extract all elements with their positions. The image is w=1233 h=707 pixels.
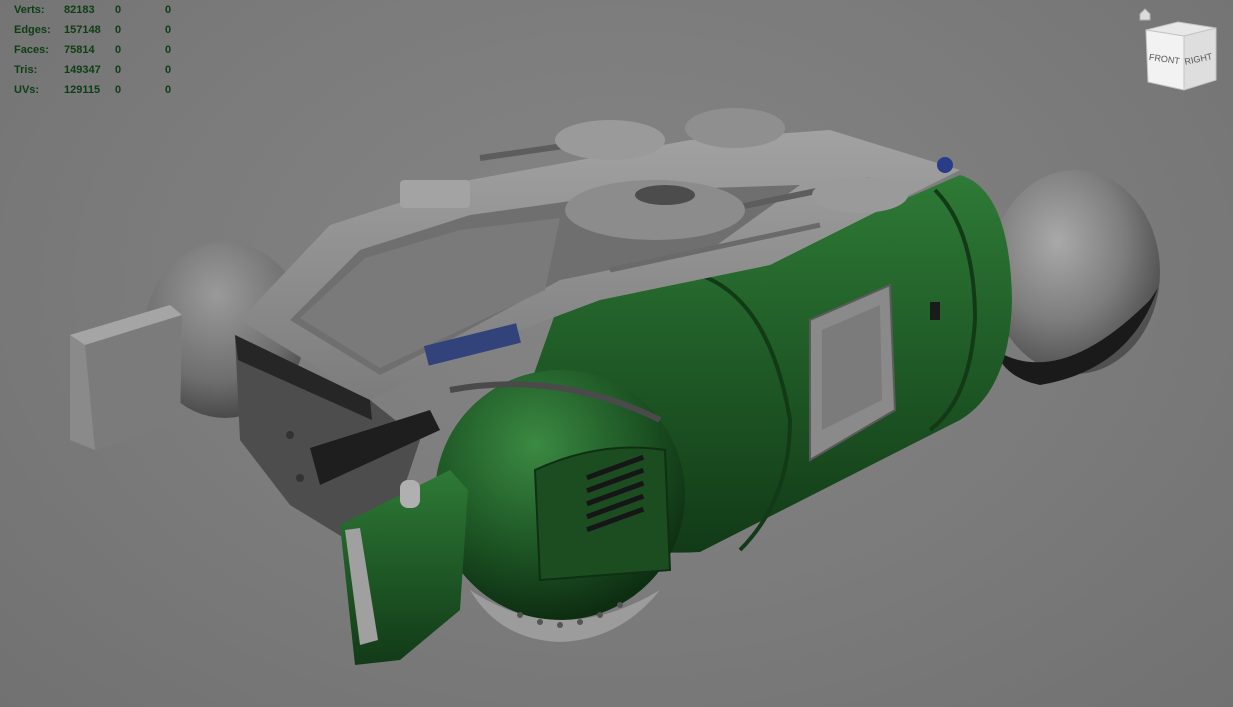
hud-value: 75814	[64, 44, 95, 56]
hud-value: 0	[165, 44, 172, 56]
hud-value: 0	[115, 4, 122, 16]
blue-light	[937, 157, 953, 173]
hud-value: 0	[165, 84, 172, 96]
hud-value: 129115	[64, 84, 101, 96]
front-turret-sphere	[435, 370, 685, 642]
hud-label: Faces:	[14, 44, 49, 56]
hud-value: 82183	[64, 4, 95, 16]
spaceship-model[interactable]	[0, 0, 1233, 707]
hud-row-tris: Tris: 149347 0 0	[14, 60, 184, 80]
hud-row-verts: Verts: 82183 0 0	[14, 0, 184, 20]
hud-label: Edges:	[14, 24, 51, 36]
hud-value: 157148	[64, 24, 101, 36]
hud-label: UVs:	[14, 84, 40, 96]
hud-value: 0	[165, 4, 172, 16]
hud-value: 0	[165, 64, 172, 76]
home-icon[interactable]	[1139, 8, 1151, 21]
hud-value: 149347	[64, 64, 101, 76]
hud-label: Tris:	[14, 64, 38, 76]
hud-value: 0	[165, 24, 172, 36]
3d-viewport[interactable]: Verts: 82183 0 0 Edges: 157148 0 0 Faces…	[0, 0, 1233, 707]
hud-value: 0	[115, 24, 122, 36]
view-cube[interactable]: FRONT RIGHT	[1138, 6, 1222, 96]
hud-label: Verts:	[14, 4, 45, 16]
hud-row-faces: Faces: 75814 0 0	[14, 40, 184, 60]
poly-count-hud: Verts: 82183 0 0 Edges: 157148 0 0 Faces…	[14, 0, 184, 100]
hud-value: 0	[115, 84, 122, 96]
hud-row-uvs: UVs: 129115 0 0	[14, 80, 184, 100]
hud-row-edges: Edges: 157148 0 0	[14, 20, 184, 40]
hud-value: 0	[115, 44, 122, 56]
right-sphere-pod	[990, 170, 1160, 385]
hud-value: 0	[115, 64, 122, 76]
